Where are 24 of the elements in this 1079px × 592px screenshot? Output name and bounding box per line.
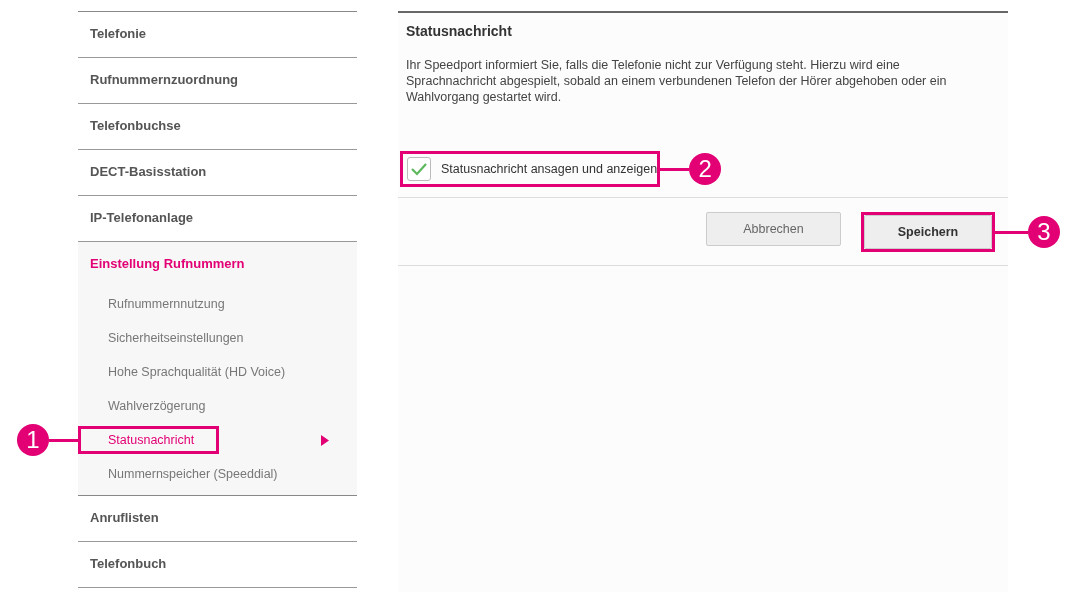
checkbox[interactable]	[407, 157, 431, 181]
sidebar-item[interactable]: Einstellung Rufnummern	[78, 242, 357, 287]
sidebar-item[interactable]: Telefonbuchse	[78, 104, 357, 150]
submenu-item[interactable]: Sicherheitseinstellungen	[108, 331, 244, 345]
submenu-item[interactable]: Wahlverzögerung	[108, 399, 206, 413]
arrow-icon	[321, 434, 329, 446]
submenu-item[interactable]: Nummernspeicher (Speeddial)	[108, 467, 278, 481]
sidebar-item[interactable]: Anruflisten	[78, 496, 357, 542]
cancel-button[interactable]: Abbrechen	[706, 212, 841, 246]
sidebar-item[interactable]: Telefonbuch	[78, 542, 357, 588]
description-text: Ihr Speedport informiert Sie, falls die Telefonie nicht zur Verfügung steht. Hierzu wird eine Sprachnachricht abgespielt, sobald an einem verbundenen Telefon der Hörer abgehoben oder ein Wahlvorgang gestartet wird.	[406, 57, 948, 105]
sidebar-item[interactable]: Rufnummernzuordnung	[78, 58, 357, 104]
callout-number: 1	[17, 424, 49, 456]
checkbox-label: Statusnachricht ansagen und anzeigen	[441, 162, 658, 176]
callout-number: 3	[1028, 216, 1060, 248]
checkmark-icon	[410, 162, 428, 176]
callout-number: 2	[689, 153, 722, 185]
panel-title: Statusnachricht	[405, 22, 513, 39]
sidebar-item[interactable]: Telefonie	[78, 12, 357, 58]
save-button[interactable]: Speichern	[864, 215, 992, 249]
submenu-item[interactable]: Hohe Sprachqualität (HD Voice)	[108, 365, 286, 379]
submenu-item[interactable]: Statusnachricht	[108, 433, 195, 447]
submenu-item[interactable]: Rufnummernnutzung	[108, 297, 225, 311]
sidebar-item[interactable]: DECT-Basisstation	[78, 150, 357, 196]
